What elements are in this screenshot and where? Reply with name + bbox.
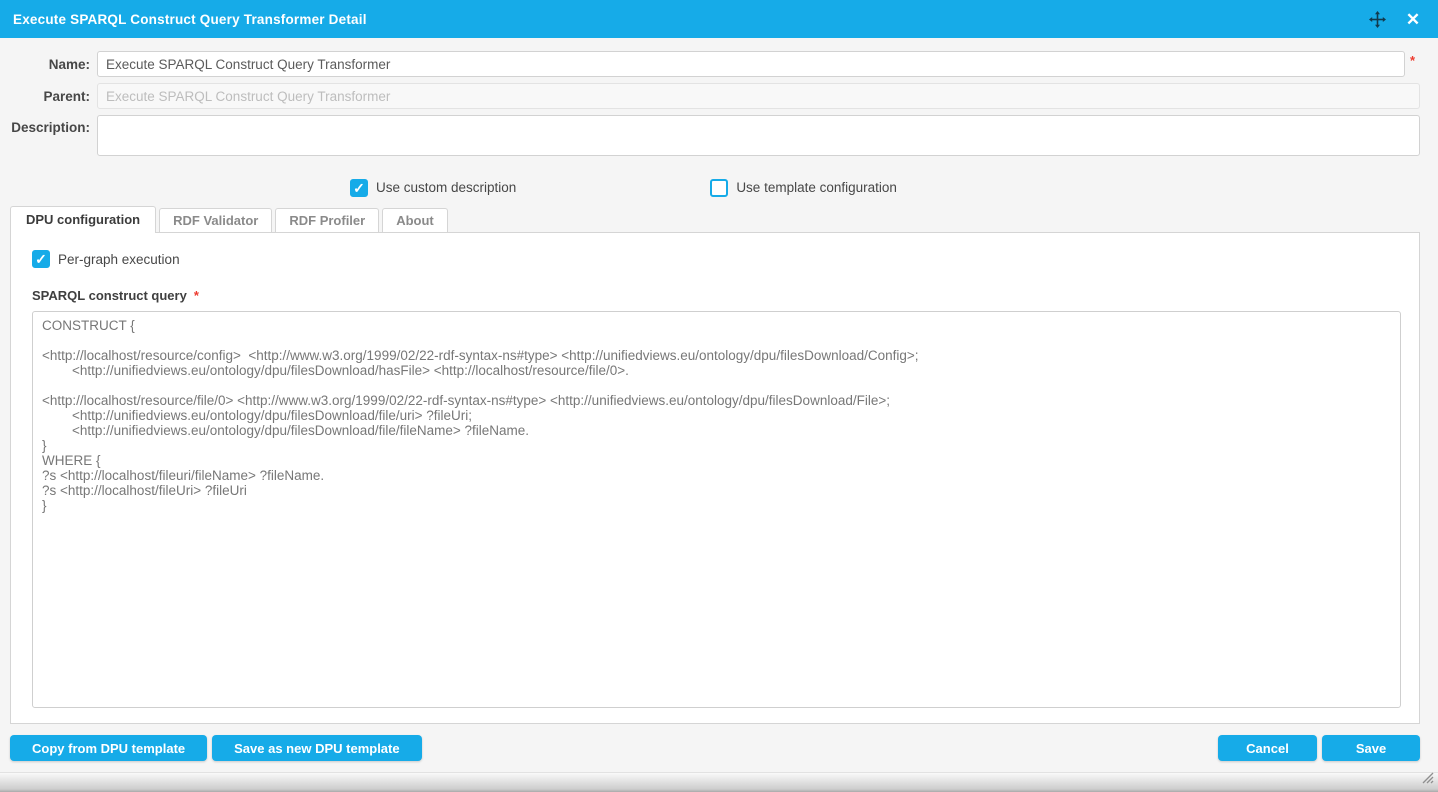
- description-label: Description:: [0, 115, 90, 135]
- parent-row: Parent:: [0, 83, 1438, 109]
- resize-handle-icon[interactable]: [1421, 771, 1434, 789]
- dialog-button-row: Copy from DPU template Save as new DPU t…: [0, 735, 1438, 761]
- name-row: Name: *: [0, 51, 1438, 77]
- move-icon[interactable]: [1365, 7, 1389, 31]
- use-custom-description-checkbox[interactable]: Use custom description: [350, 179, 516, 197]
- sparql-query-label: SPARQL construct query: [32, 288, 187, 303]
- use-template-configuration-label: Use template configuration: [736, 180, 897, 195]
- copy-from-dpu-template-button[interactable]: Copy from DPU template: [10, 735, 207, 761]
- checkbox-icon[interactable]: [32, 250, 50, 268]
- tab-about[interactable]: About: [382, 208, 448, 232]
- save-button[interactable]: Save: [1322, 735, 1420, 761]
- checkbox-icon[interactable]: [710, 179, 728, 197]
- parent-label: Parent:: [0, 89, 90, 104]
- tab-bar: DPU configuration RDF Validator RDF Prof…: [10, 206, 1428, 232]
- use-template-configuration-checkbox[interactable]: Use template configuration: [710, 179, 897, 197]
- window-resize-bar: [0, 772, 1438, 792]
- per-graph-execution-label: Per-graph execution: [58, 252, 180, 267]
- name-required-asterisk: *: [1410, 53, 1415, 68]
- options-row: Use custom description Use template conf…: [0, 178, 1438, 197]
- dpu-detail-dialog: Execute SPARQL Construct Query Transform…: [0, 0, 1438, 792]
- save-as-new-dpu-template-button[interactable]: Save as new DPU template: [212, 735, 421, 761]
- dialog-titlebar: Execute SPARQL Construct Query Transform…: [0, 0, 1438, 38]
- tab-dpu-configuration[interactable]: DPU configuration: [10, 206, 156, 233]
- dpu-configuration-panel: Per-graph execution SPARQL construct que…: [10, 232, 1420, 724]
- description-row: Description:: [0, 115, 1438, 156]
- name-input[interactable]: [97, 51, 1405, 77]
- checkbox-icon[interactable]: [350, 179, 368, 197]
- name-label: Name:: [0, 57, 90, 72]
- cancel-button[interactable]: Cancel: [1218, 735, 1317, 761]
- parent-input: [97, 83, 1420, 109]
- use-custom-description-label: Use custom description: [376, 180, 516, 195]
- dialog-title: Execute SPARQL Construct Query Transform…: [13, 12, 1365, 27]
- form-area: Name: * Parent: Description: Use custom …: [0, 38, 1438, 197]
- sparql-query-input[interactable]: CONSTRUCT { <http://localhost/resource/c…: [32, 311, 1401, 708]
- per-graph-execution-checkbox[interactable]: Per-graph execution: [32, 250, 1419, 268]
- close-icon[interactable]: ✕: [1401, 7, 1425, 31]
- description-input[interactable]: [97, 115, 1420, 156]
- tab-rdf-profiler[interactable]: RDF Profiler: [275, 208, 379, 232]
- sparql-required-asterisk: *: [194, 288, 199, 303]
- tab-rdf-validator[interactable]: RDF Validator: [159, 208, 272, 232]
- sparql-query-caption-row: SPARQL construct query *: [32, 288, 1419, 303]
